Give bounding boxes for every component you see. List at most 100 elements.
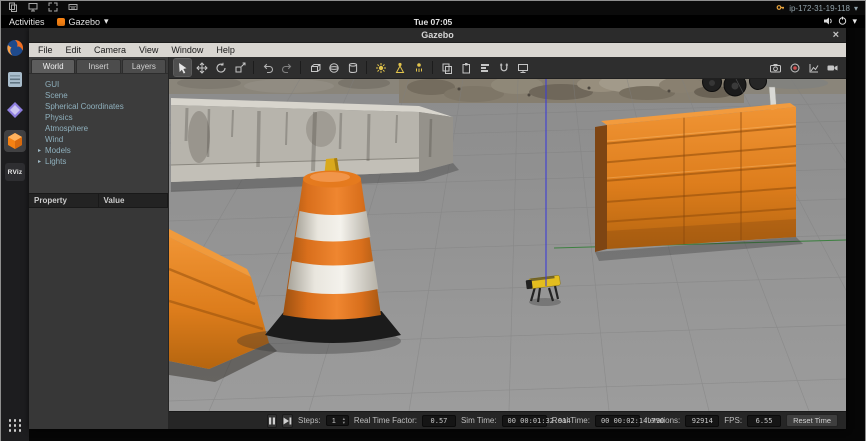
chevron-down-icon: ▾	[853, 3, 858, 13]
snap-tool-button[interactable]	[495, 59, 512, 76]
chevron-down-icon: ▾	[104, 16, 109, 26]
spot-light-button[interactable]	[391, 59, 408, 76]
menu-file[interactable]: File	[38, 45, 53, 55]
plot-icon[interactable]	[805, 59, 822, 76]
directional-light-button[interactable]	[410, 59, 427, 76]
gazebo-window: Gazebo × File Edit Camera View Window He…	[29, 28, 846, 429]
step-button[interactable]	[282, 413, 293, 428]
rtf-label: Real Time Factor:	[353, 416, 417, 425]
dock-item-rviz[interactable]: RViz	[4, 161, 26, 183]
chevron-down-icon: ▾	[852, 16, 857, 26]
expand-arrow-icon[interactable]: ▸	[36, 147, 43, 154]
remote-desktop-screen: ip-172-31-19-118 ▾ Activities Gazebo ▾ T…	[0, 0, 866, 441]
rtf-value: 0.57	[421, 414, 456, 427]
menu-window[interactable]: Window	[171, 45, 203, 55]
jersey-barrier-right[interactable]	[595, 103, 803, 261]
window-titlebar[interactable]: Gazebo ×	[29, 28, 846, 43]
dock-item-gazebo[interactable]	[4, 130, 26, 152]
property-table-header: Property Value	[29, 193, 168, 208]
clock[interactable]: Tue 07:05	[414, 17, 453, 27]
viewport-toolbar	[169, 57, 846, 79]
tree-item-scene[interactable]: Scene	[36, 90, 166, 101]
insert-cylinder-button[interactable]	[344, 59, 361, 76]
iterations-value: 92914	[685, 414, 720, 427]
video-record-icon[interactable]	[824, 59, 841, 76]
tree-item-lights[interactable]: ▸ Lights	[36, 156, 166, 167]
tab-world[interactable]: World	[31, 59, 76, 73]
gazebo-app-icon	[56, 17, 65, 26]
system-tray[interactable]: ▾	[823, 16, 857, 28]
select-tool-button[interactable]	[173, 58, 192, 77]
desktop: RViz Gazebo × File Edit Camera View Wind…	[1, 28, 865, 441]
screenshot-camera-icon[interactable]	[767, 59, 784, 76]
software-icon	[7, 102, 23, 118]
copy-button[interactable]	[438, 59, 455, 76]
window-title: Gazebo	[421, 30, 454, 40]
world-tree: GUI Scene Spherical Coordinates Physics …	[29, 73, 168, 193]
align-tool-button[interactable]	[476, 59, 493, 76]
files-icon	[8, 71, 22, 87]
tree-item-spherical-coordinates[interactable]: Spherical Coordinates	[36, 101, 166, 112]
dock-item-files[interactable]	[4, 68, 26, 90]
close-button[interactable]: ×	[833, 28, 839, 43]
tab-layers[interactable]: Layers	[121, 59, 166, 73]
real-time-value: 00 00:02:14.790	[594, 414, 664, 427]
gazebo-icon	[8, 133, 22, 149]
steps-value: 1	[331, 416, 336, 425]
app-menu-label: Gazebo	[68, 16, 101, 27]
show-applications-button[interactable]	[8, 419, 22, 432]
scale-tool-button[interactable]	[231, 59, 248, 76]
tree-item-gui[interactable]: GUI	[36, 79, 166, 90]
dock-item-firefox[interactable]	[4, 37, 26, 59]
app-menu[interactable]: Gazebo ▾	[56, 16, 109, 27]
activities-button[interactable]: Activities	[9, 17, 45, 27]
fps-label: FPS:	[724, 416, 743, 425]
tree-item-wind[interactable]: Wind	[36, 134, 166, 145]
dock-item-software[interactable]	[4, 99, 26, 121]
translate-tool-button[interactable]	[193, 59, 210, 76]
real-time-label: Real Time:	[551, 416, 590, 425]
menu-view[interactable]: View	[139, 45, 158, 55]
steps-spinbox[interactable]: 1 ▲ ▼	[325, 415, 349, 426]
tree-item-atmosphere[interactable]: Atmosphere	[36, 123, 166, 134]
sim-time-value: 00 00:01:32.914	[501, 414, 571, 427]
property-table[interactable]	[29, 208, 168, 429]
iterations-label: Iterations:	[645, 416, 681, 425]
volume-icon	[823, 16, 833, 28]
firefox-icon	[7, 40, 24, 56]
menu-camera[interactable]: Camera	[94, 45, 126, 55]
tree-item-models[interactable]: ▸ Models	[36, 145, 166, 156]
menu-bar: File Edit Camera View Window Help	[29, 43, 846, 57]
dock: RViz	[1, 28, 29, 441]
value-column-header: Value	[99, 194, 168, 207]
expand-arrow-icon[interactable]: ▸	[36, 158, 43, 165]
power-icon	[838, 16, 847, 27]
point-light-button[interactable]	[372, 59, 389, 76]
rotate-tool-button[interactable]	[212, 59, 229, 76]
insert-sphere-button[interactable]	[325, 59, 342, 76]
playback-statusbar: Steps: 1 ▲ ▼ Real Time Factor: 0.57 Sim T…	[169, 411, 846, 429]
tree-item-physics[interactable]: Physics	[36, 112, 166, 123]
paste-button[interactable]	[457, 59, 474, 76]
spin-down-icon[interactable]: ▼	[342, 420, 346, 425]
menu-edit[interactable]: Edit	[66, 45, 82, 55]
insert-box-button[interactable]	[306, 59, 323, 76]
record-log-icon[interactable]	[786, 59, 803, 76]
undo-button[interactable]	[259, 59, 276, 76]
panel-tabs: World Insert Layers	[29, 57, 168, 73]
redo-button[interactable]	[278, 59, 295, 76]
view-angle-button[interactable]	[514, 59, 531, 76]
key-icon	[776, 3, 785, 14]
scene-3d-viewport[interactable]	[169, 79, 846, 411]
property-column-header: Property	[29, 194, 99, 207]
session-host-label: ip-172-31-19-118	[789, 3, 850, 13]
sim-time-label: Sim Time:	[460, 416, 497, 425]
reset-time-button[interactable]: Reset Time	[786, 414, 838, 427]
gnome-top-bar: Activities Gazebo ▾ Tue 07:05 ▾	[1, 15, 865, 28]
session-host[interactable]: ip-172-31-19-118 ▾	[776, 3, 858, 14]
pause-button[interactable]	[267, 413, 277, 428]
steps-label: Steps:	[298, 416, 321, 425]
rviz-icon: RViz	[5, 163, 25, 181]
menu-help[interactable]: Help	[216, 45, 235, 55]
tab-insert[interactable]: Insert	[76, 59, 121, 73]
